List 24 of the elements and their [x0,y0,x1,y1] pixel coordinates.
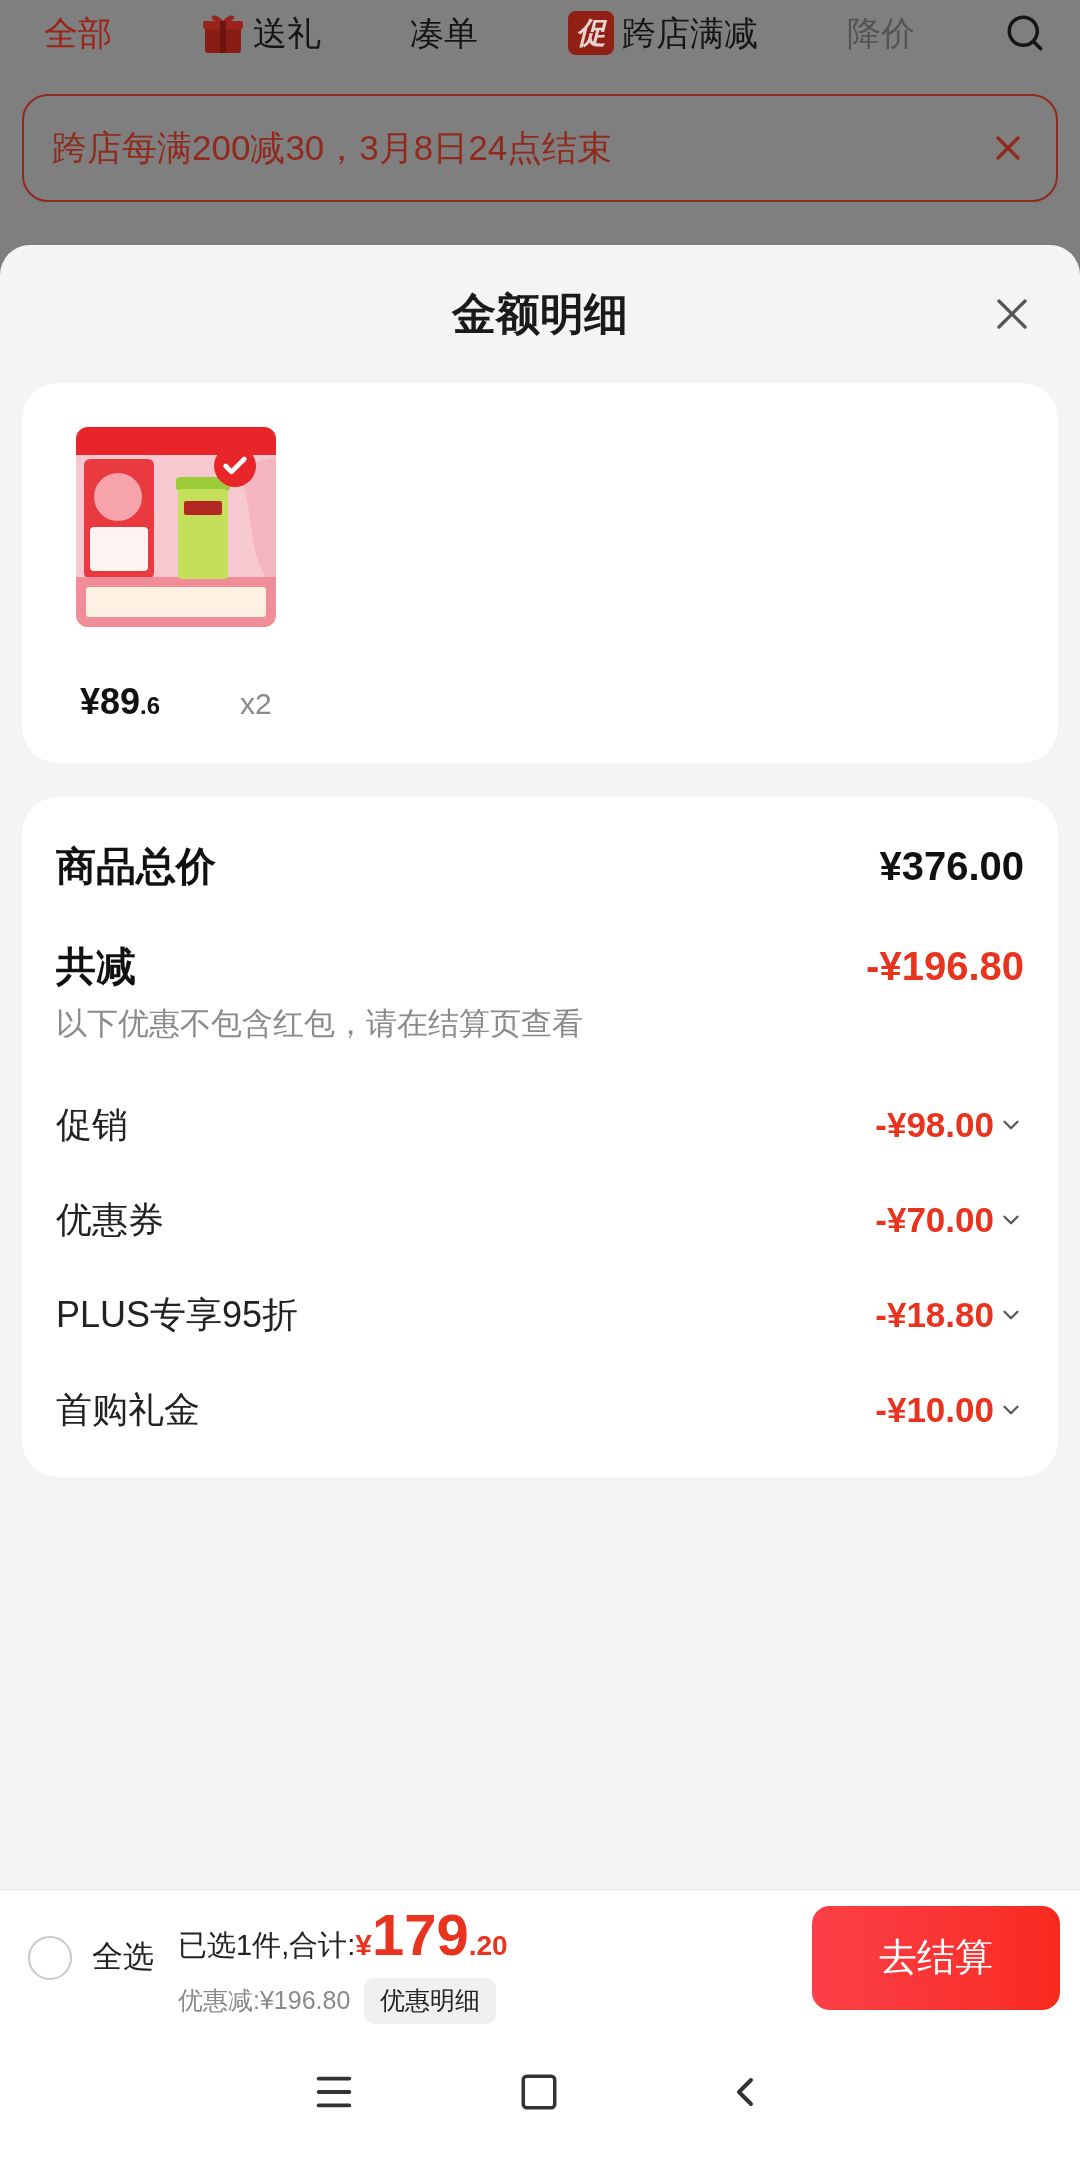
sheet-title: 金额明细 [452,288,628,340]
reduction-note: 以下优惠不包含红包，请在结算页查看 [56,1005,584,1043]
total-value: ¥376.00 [879,843,1024,890]
details-button[interactable]: 优惠明细 [364,1978,497,2024]
reduction-value: -¥196.80 [866,943,1024,990]
select-all-label: 全选 [92,1938,154,1977]
tab[interactable]: 凑单 [410,7,479,59]
summary-label: 已选1件,合计: [178,1928,356,1964]
product-quantity: x2 [240,686,272,722]
tab[interactable]: 送礼 [201,7,322,59]
discount-row[interactable]: PLUS专享95折 -¥18.80 [56,1267,1024,1363]
tab[interactable]: 促 跨店满减 [567,7,758,59]
product-price: ¥89.6 [80,680,161,724]
banner-text: 跨店每满200减30，3月8日24点结束 [52,126,613,169]
checkout-button[interactable]: 去结算 [812,1905,1060,2010]
select-all-checkbox[interactable] [28,1935,72,1980]
discount-row[interactable]: 优惠券 -¥70.00 [56,1172,1024,1268]
reduction-label: 共减 [56,943,136,990]
saved-amount: 优惠减:¥196.80 [178,1985,351,2017]
discount-row[interactable]: 促销 -¥98.00 [56,1077,1024,1173]
discount-row[interactable]: 首购礼金 -¥10.00 [56,1362,1024,1458]
total-price: ¥179.20 [355,1901,508,1970]
promo-badge: 促 [567,11,614,55]
total-label: 商品总价 [56,843,216,890]
